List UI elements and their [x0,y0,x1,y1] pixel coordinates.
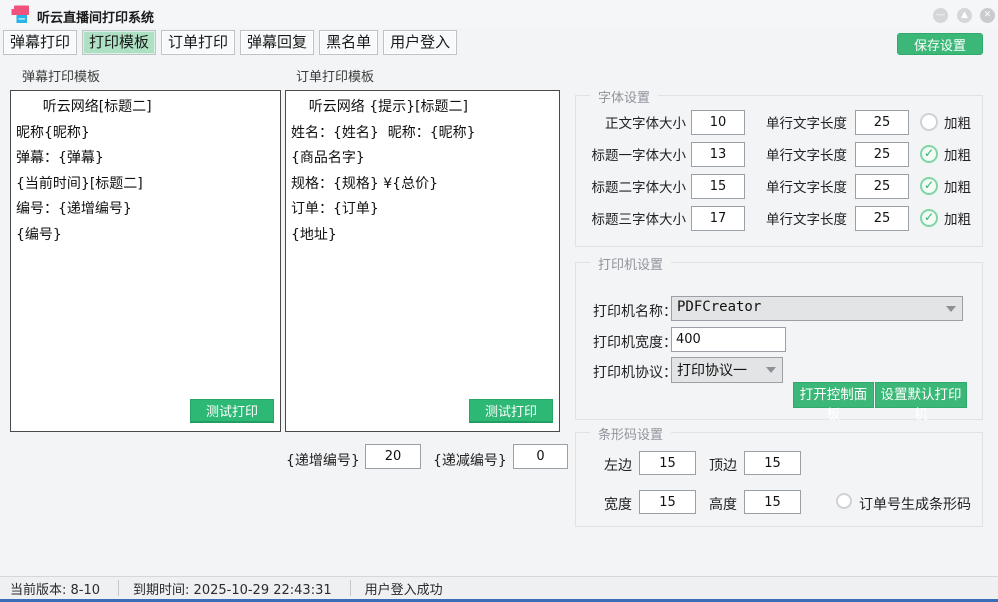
barcode-height-label: 高度 [709,494,737,514]
font-row-body: 正文字体大小 单行文字长度 加粗 [576,109,982,135]
bold-label: 加粗 [944,208,971,228]
app-title: 听云直播间打印系统 [37,7,154,26]
line-length-input[interactable] [855,110,909,135]
order-template-panel: 听云网络 {提示}[标题二] 姓名：{姓名} 昵称：{昵称} {商品名字} 规格… [285,90,560,432]
tab-blacklist[interactable]: 黑名单 [319,30,378,55]
order-barcode-label: 订单号生成条形码 [859,494,971,514]
status-bar: 当前版本: 8-10 到期时间: 2025-10-29 22:43:31 用户登… [0,576,998,599]
chevron-down-icon [766,367,776,373]
font-settings-group: 字体设置 正文字体大小 单行文字长度 加粗 标题一字体大小 单行文字长度 加粗 … [575,95,983,247]
close-icon[interactable]: ✕ [980,8,995,23]
printer-settings-group: 打印机设置 打印机名称： PDFCreator 打印机宽度： 打印机协议： 打印… [575,262,983,420]
font-size-input[interactable] [691,174,745,199]
set-default-printer-button[interactable]: 设置默认打印机 [875,382,967,408]
printer-name-value: PDFCreator [677,299,761,315]
danmu-template-editor[interactable]: 听云网络[标题二] 昵称{昵称} 弹幕：{弹幕} {当前时间}[标题二] 编号：… [11,91,280,395]
minimize-icon[interactable]: — [933,8,948,23]
decrement-number-label: {递减编号} [433,450,507,470]
maximize-icon[interactable]: ▲ [957,8,972,23]
printer-width-label: 打印机宽度： [593,332,677,352]
bold-checkbox[interactable] [920,177,938,195]
font-size-input[interactable] [691,142,745,167]
barcode-width-input[interactable] [639,490,696,514]
printer-settings-title: 打印机设置 [590,254,671,273]
tab-order-print[interactable]: 订单打印 [161,30,235,55]
bold-checkbox[interactable] [920,113,938,131]
font-row-title1: 标题一字体大小 单行文字长度 加粗 [576,141,982,167]
order-test-print-button[interactable]: 测试打印 [469,399,553,423]
line-length-label: 单行文字长度 [766,208,847,228]
title-bar: 听云直播间打印系统 — ▲ ✕ [0,0,998,28]
printer-width-input[interactable] [671,327,786,352]
bold-label: 加粗 [944,144,971,164]
font-size-label: 标题二字体大小 [576,176,686,196]
printer-name-select[interactable]: PDFCreator [671,296,963,321]
order-template-label: 订单打印模板 [296,66,374,85]
order-barcode-radio[interactable] [836,493,852,509]
danmu-template-panel: 听云网络[标题二] 昵称{昵称} 弹幕：{弹幕} {当前时间}[标题二] 编号：… [10,90,281,432]
status-divider [118,580,119,596]
bold-checkbox[interactable] [920,209,938,227]
font-settings-title: 字体设置 [590,87,658,106]
printer-protocol-value: 打印协议一 [677,360,747,380]
printer-name-label: 打印机名称： [593,301,677,321]
font-size-input[interactable] [691,110,745,135]
printer-app-icon [10,3,32,25]
save-settings-button[interactable]: 保存设置 [897,33,983,55]
printer-protocol-label: 打印机协议： [593,362,677,382]
font-size-label: 标题三字体大小 [576,208,686,228]
line-length-input[interactable] [855,174,909,199]
danmu-template-label: 弹幕打印模板 [22,66,100,85]
line-length-label: 单行文字长度 [766,176,847,196]
app-window: 听云直播间打印系统 — ▲ ✕ 弹幕打印 打印模板 订单打印 弹幕回复 黑名单 … [0,0,998,602]
font-size-label: 正文字体大小 [576,112,686,132]
font-row-title3: 标题三字体大小 单行文字长度 加粗 [576,205,982,231]
status-expire-time: 到期时间: 2025-10-29 22:43:31 [133,579,332,598]
order-template-editor[interactable]: 听云网络 {提示}[标题二] 姓名：{姓名} 昵称：{昵称} {商品名字} 规格… [286,91,559,395]
tab-user-login[interactable]: 用户登入 [383,30,457,55]
bold-label: 加粗 [944,176,971,196]
line-length-input[interactable] [855,142,909,167]
font-size-input[interactable] [691,206,745,231]
tab-print-template[interactable]: 打印模板 [82,30,156,55]
increment-number-input[interactable] [365,444,421,469]
line-length-label: 单行文字长度 [766,112,847,132]
barcode-top-label: 顶边 [709,455,737,475]
printer-protocol-select[interactable]: 打印协议一 [671,357,783,383]
increment-number-label: {递增编号} [286,450,360,470]
decrement-number-input[interactable] [513,444,568,469]
line-length-label: 单行文字长度 [766,144,847,164]
font-size-label: 标题一字体大小 [576,144,686,164]
line-length-input[interactable] [855,206,909,231]
barcode-left-label: 左边 [604,455,632,475]
barcode-settings-group: 条形码设置 左边 顶边 宽度 高度 订单号生成条形码 [575,432,983,527]
barcode-settings-title: 条形码设置 [590,424,671,443]
font-row-title2: 标题二字体大小 单行文字长度 加粗 [576,173,982,199]
open-control-panel-button[interactable]: 打开控制面板 [793,382,874,408]
tab-danmu-print[interactable]: 弹幕打印 [3,30,77,55]
barcode-width-label: 宽度 [604,494,632,514]
chevron-down-icon [946,306,956,312]
barcode-height-input[interactable] [744,490,801,514]
bold-checkbox[interactable] [920,145,938,163]
status-divider [350,580,351,596]
status-version: 当前版本: 8-10 [10,579,100,598]
barcode-top-input[interactable] [744,451,801,475]
tab-bar: 弹幕打印 打印模板 订单打印 弹幕回复 黑名单 用户登入 [3,30,462,55]
tab-danmu-reply[interactable]: 弹幕回复 [240,30,314,55]
danmu-test-print-button[interactable]: 测试打印 [190,399,274,423]
status-login-message: 用户登入成功 [365,579,443,598]
barcode-left-input[interactable] [639,451,696,475]
bold-label: 加粗 [944,112,971,132]
